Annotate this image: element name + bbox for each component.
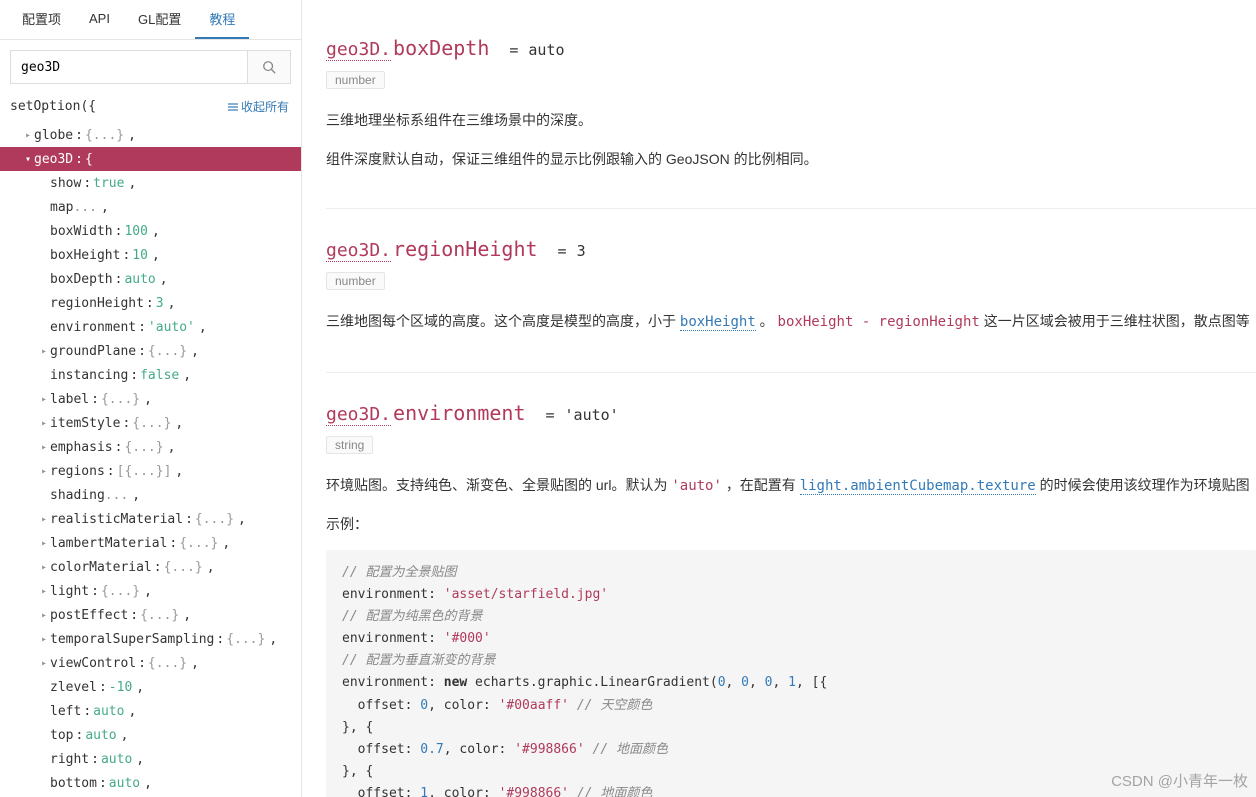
sig-boxDepth: geo3D. boxDepth = auto (326, 36, 1256, 61)
prefix-link[interactable]: geo3D. (326, 404, 391, 426)
search-icon (262, 60, 276, 74)
tree-item-viewControl[interactable]: ▸viewControl: {...}, (0, 651, 301, 675)
prop-name: regionHeight (393, 237, 538, 261)
desc: 三维地图每个区域的高度。这个高度是模型的高度，小于 boxHeight 。 bo… (326, 308, 1256, 336)
caret-icon: ▸ (38, 514, 50, 525)
caret-icon: ▸ (38, 346, 50, 357)
caret-icon: ▸ (38, 394, 50, 405)
tree-item-groundPlane[interactable]: ▸groundPlane: {...}, (0, 339, 301, 363)
setoption-line: setOption({ 收起所有 (0, 92, 301, 123)
code-block: // 配置为全景贴图 environment: 'asset/starfield… (326, 550, 1256, 797)
tree-item-light[interactable]: ▸light: {...}, (0, 579, 301, 603)
tree-item-shading[interactable]: shading ..., (0, 483, 301, 507)
tree-item-bottom[interactable]: bottom: auto, (0, 771, 301, 795)
section-boxDepth: geo3D. boxDepth = auto number 三维地理坐标系组件在… (326, 24, 1256, 172)
caret-icon: ▾ (22, 154, 34, 165)
search-input[interactable] (10, 50, 247, 84)
search-row (0, 40, 301, 92)
tree-item-boxHeight[interactable]: boxHeight: 10, (0, 243, 301, 267)
option-tree[interactable]: ▸globe: {...},▾geo3D: {show: true,map ..… (0, 123, 301, 797)
sidebar: 配置项 API GL配置 教程 setOption({ 收起所有 ▸globe:… (0, 0, 302, 797)
tree-item-map[interactable]: map ..., (0, 195, 301, 219)
tree-item-instancing[interactable]: instancing: false, (0, 363, 301, 387)
tree-item-boxWidth[interactable]: boxWidth: 100, (0, 219, 301, 243)
tab-tutorial[interactable]: 教程 (195, 0, 249, 39)
desc: 组件深度默认自动，保证三维组件的显示比例跟输入的 GeoJSON 的比例相同。 (326, 146, 1256, 173)
tree-item-environment[interactable]: environment: 'auto', (0, 315, 301, 339)
tree-item-geo3D[interactable]: ▾geo3D: { (0, 147, 301, 171)
sig-regionHeight: geo3D. regionHeight = 3 (326, 237, 1256, 262)
prop-name: environment (393, 401, 525, 425)
caret-icon: ▸ (38, 658, 50, 669)
tree-item-right[interactable]: right: auto, (0, 747, 301, 771)
inline-code: 'auto' (671, 478, 722, 494)
tab-glconfig[interactable]: GL配置 (124, 0, 195, 39)
desc: 环境贴图。支持纯色、渐变色、全景贴图的 url。默认为 'auto' ，在配置有… (326, 472, 1256, 500)
caret-icon: ▸ (38, 586, 50, 597)
collapse-all[interactable]: 收起所有 (227, 98, 289, 115)
tree-item-label[interactable]: ▸label: {...}, (0, 387, 301, 411)
type-badge: string (326, 436, 373, 454)
tree-item-itemStyle[interactable]: ▸itemStyle: {...}, (0, 411, 301, 435)
content: geo3D. boxDepth = auto number 三维地理坐标系组件在… (302, 0, 1256, 797)
prefix-link[interactable]: geo3D. (326, 39, 391, 61)
collapse-icon (227, 101, 239, 113)
tree-item-postEffect[interactable]: ▸postEffect: {...}, (0, 603, 301, 627)
default-value: 'auto' (565, 406, 619, 424)
tree-item-boxDepth[interactable]: boxDepth: auto, (0, 267, 301, 291)
setoption-open: setOption({ (10, 99, 96, 114)
sig-environment: geo3D. environment = 'auto' (326, 401, 1256, 426)
tree-item-left[interactable]: left: auto, (0, 699, 301, 723)
search-button[interactable] (247, 50, 291, 84)
caret-icon: ▸ (38, 610, 50, 621)
tree-item-zlevel[interactable]: zlevel: -10, (0, 675, 301, 699)
tree-item-temporalSuperSampling[interactable]: ▸temporalSuperSampling: {...}, (0, 627, 301, 651)
section-environment: geo3D. environment = 'auto' string 环境贴图。… (326, 372, 1256, 797)
inline-code: boxHeight - regionHeight (778, 314, 980, 330)
tree-item-show[interactable]: show: true, (0, 171, 301, 195)
tab-config[interactable]: 配置项 (8, 0, 75, 39)
prop-name: boxDepth (393, 36, 489, 60)
caret-icon: ▸ (38, 466, 50, 477)
type-badge: number (326, 272, 385, 290)
default-value: auto (528, 41, 564, 59)
link-boxHeight[interactable]: boxHeight (680, 314, 756, 331)
tree-item-lambertMaterial[interactable]: ▸lambertMaterial: {...}, (0, 531, 301, 555)
caret-icon: ▸ (38, 418, 50, 429)
tree-item-emphasis[interactable]: ▸emphasis: {...}, (0, 435, 301, 459)
tree-item-regions[interactable]: ▸regions: [{...}], (0, 459, 301, 483)
caret-icon: ▸ (22, 130, 34, 141)
caret-icon: ▸ (38, 562, 50, 573)
link-ambientCubemap[interactable]: light.ambientCubemap.texture (800, 478, 1036, 495)
tree-item-globe[interactable]: ▸globe: {...}, (0, 123, 301, 147)
section-regionHeight: geo3D. regionHeight = 3 number 三维地图每个区域的… (326, 208, 1256, 336)
tab-api[interactable]: API (75, 0, 124, 39)
tree-item-realisticMaterial[interactable]: ▸realisticMaterial: {...}, (0, 507, 301, 531)
example-label: 示例： (326, 511, 1256, 538)
caret-icon: ▸ (38, 634, 50, 645)
default-value: 3 (577, 242, 586, 260)
tree-item-regionHeight[interactable]: regionHeight: 3, (0, 291, 301, 315)
tree-item-top[interactable]: top: auto, (0, 723, 301, 747)
desc: 三维地理坐标系组件在三维场景中的深度。 (326, 107, 1256, 134)
caret-icon: ▸ (38, 538, 50, 549)
prefix-link[interactable]: geo3D. (326, 240, 391, 262)
tabs: 配置项 API GL配置 教程 (0, 0, 301, 40)
tree-item-colorMaterial[interactable]: ▸colorMaterial: {...}, (0, 555, 301, 579)
caret-icon: ▸ (38, 442, 50, 453)
type-badge: number (326, 71, 385, 89)
